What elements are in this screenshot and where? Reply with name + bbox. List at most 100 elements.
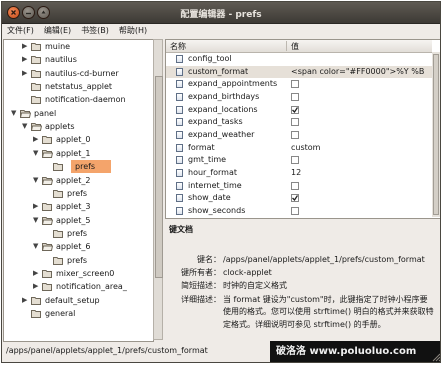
key-icon	[176, 118, 183, 127]
key-row[interactable]: expand_appointments	[166, 78, 432, 90]
key-value-checkbox[interactable]	[291, 80, 299, 89]
tree-node[interactable]: ▶ default_setup	[4, 294, 153, 307]
tree-node[interactable]: ▼ applets	[4, 120, 153, 133]
list-scrollbar[interactable]	[432, 52, 440, 217]
tree-node-label: muine	[45, 42, 71, 51]
title-bar[interactable]: 配置编辑器 - prefs	[2, 2, 440, 24]
tree-node-label: applet_1	[56, 148, 91, 158]
key-row[interactable]: internet_time	[166, 180, 432, 192]
menu-edit[interactable]: 编辑(E)	[39, 24, 76, 38]
tree-node[interactable]: ▼ applet_1	[4, 147, 153, 160]
tree-node[interactable]: ▶ nautilus	[4, 53, 153, 66]
tree-node[interactable]: ▼ panel	[4, 107, 153, 120]
key-value-checkbox[interactable]	[291, 194, 299, 203]
key-value-checkbox[interactable]	[291, 105, 299, 114]
collapse-arrow-icon[interactable]: ▼	[33, 174, 41, 187]
key-value-checkbox[interactable]	[291, 130, 299, 139]
key-icon	[176, 143, 183, 152]
key-icon	[176, 80, 183, 89]
collapse-arrow-icon[interactable]: ▼	[33, 240, 41, 253]
expand-arrow-icon[interactable]: ▶	[33, 280, 41, 293]
key-value-checkbox[interactable]	[291, 92, 299, 101]
folder-icon	[53, 229, 63, 238]
key-row[interactable]: custom_format <span color="#FF0000">%Y %B	[166, 65, 432, 78]
tree-node[interactable]: prefs	[4, 187, 153, 200]
column-value-header[interactable]: 值	[291, 41, 299, 52]
key-tree[interactable]: ▶ muine ▶ nautilus ▶ nautilus-cd-burner netsta…	[3, 39, 154, 342]
key-value-checkbox[interactable]	[291, 181, 299, 190]
key-value[interactable]: 12	[291, 167, 301, 179]
tree-node[interactable]: netstatus_applet	[4, 80, 153, 93]
tree-node[interactable]: ▶ applet_3	[4, 200, 153, 213]
collapse-arrow-icon[interactable]: ▼	[33, 214, 41, 227]
collapse-arrow-icon[interactable]: ▼	[33, 147, 41, 160]
key-documentation: 键文档 键名：/apps/panel/applets/applet_1/pref…	[165, 224, 440, 342]
expand-arrow-icon[interactable]: ▶	[22, 67, 30, 80]
key-row[interactable]: expand_weather	[166, 129, 432, 141]
key-value-checkbox[interactable]	[291, 156, 299, 165]
key-row[interactable]: gmt_time	[166, 154, 432, 166]
tree-node[interactable]: notification-daemon	[4, 93, 153, 106]
key-row[interactable]: hour_format 12	[166, 167, 432, 179]
folder-icon	[31, 43, 41, 51]
tree-node[interactable]: ▶ nautilus-cd-burner	[4, 67, 153, 80]
key-row[interactable]: expand_tasks	[166, 116, 432, 128]
tree-node[interactable]: ▼ applet_2	[4, 174, 153, 187]
expand-arrow-icon[interactable]: ▶	[33, 133, 41, 146]
key-list[interactable]: 名称 值 config_tool custom_format <span color…	[165, 39, 440, 219]
tree-node[interactable]: ▼ applet_5	[4, 214, 153, 227]
key-icon	[176, 130, 183, 139]
key-row[interactable]: show_date	[166, 192, 432, 204]
key-value[interactable]: custom	[291, 142, 320, 154]
tree-scrollbar[interactable]	[153, 39, 163, 340]
column-name-header[interactable]: 名称	[170, 41, 186, 52]
tree-node-label: notification_area_	[56, 282, 127, 292]
tree-node[interactable]: ▶ applet_0	[4, 133, 153, 146]
tree-node[interactable]: prefs	[71, 160, 111, 174]
doc-value: 时钟的自定义格式	[223, 281, 287, 290]
key-row[interactable]: expand_birthdays	[166, 91, 432, 103]
tree-node[interactable]: general	[4, 307, 153, 320]
key-row[interactable]: config_tool	[166, 53, 432, 65]
key-row[interactable]: expand_locations	[166, 104, 432, 116]
tree-node-label: nautilus	[45, 55, 77, 65]
key-value-checkbox[interactable]	[291, 206, 299, 215]
folder-icon	[31, 56, 41, 65]
tree-node-label: applet_0	[56, 135, 91, 145]
tree-node[interactable]: prefs	[4, 227, 153, 240]
tree-node[interactable]: prefs	[4, 254, 153, 267]
resize-grip-icon[interactable]	[431, 352, 441, 362]
key-icon	[176, 156, 183, 165]
expand-arrow-icon[interactable]: ▶	[22, 40, 30, 53]
tree-node[interactable]: ▶ muine	[4, 40, 153, 53]
menu-bookmarks[interactable]: 书签(B)	[76, 24, 114, 38]
tree-scrollbar-thumb[interactable]	[155, 76, 163, 278]
key-value[interactable]: <span color="#FF0000">%Y %B	[291, 66, 424, 78]
key-value-checkbox[interactable]	[291, 118, 299, 127]
tree-node-label: applet_3	[56, 202, 91, 212]
expand-arrow-icon[interactable]: ▶	[33, 200, 41, 213]
tree-node-label: applet_2	[56, 175, 91, 185]
key-icon	[176, 194, 183, 203]
window-title: 配置编辑器 - prefs	[180, 10, 262, 20]
key-row[interactable]: format custom	[166, 142, 432, 154]
tree-node[interactable]: ▶ mixer_screen0	[4, 267, 153, 280]
collapse-arrow-icon[interactable]: ▼	[11, 107, 19, 120]
key-name: expand_birthdays	[188, 91, 260, 101]
folder-icon	[42, 283, 52, 292]
key-name: hour_format	[188, 167, 238, 177]
tree-node-label: applet_5	[56, 215, 91, 225]
list-header: 名称 值	[166, 40, 432, 53]
doc-key: 简短描述：	[181, 281, 221, 290]
expand-arrow-icon[interactable]: ▶	[22, 294, 30, 307]
menu-help[interactable]: 帮助(H)	[114, 24, 152, 38]
menu-file[interactable]: 文件(F)	[2, 24, 39, 38]
tree-node[interactable]: ▶ notification_area_	[4, 280, 153, 293]
tree-node[interactable]: ▼ applet_6	[4, 240, 153, 253]
key-icon	[176, 181, 183, 190]
list-scrollbar-thumb[interactable]	[433, 54, 439, 215]
expand-arrow-icon[interactable]: ▶	[33, 267, 41, 280]
expand-arrow-icon[interactable]: ▶	[22, 53, 30, 66]
collapse-arrow-icon[interactable]: ▼	[22, 120, 30, 133]
key-row[interactable]: show_seconds	[166, 205, 432, 217]
